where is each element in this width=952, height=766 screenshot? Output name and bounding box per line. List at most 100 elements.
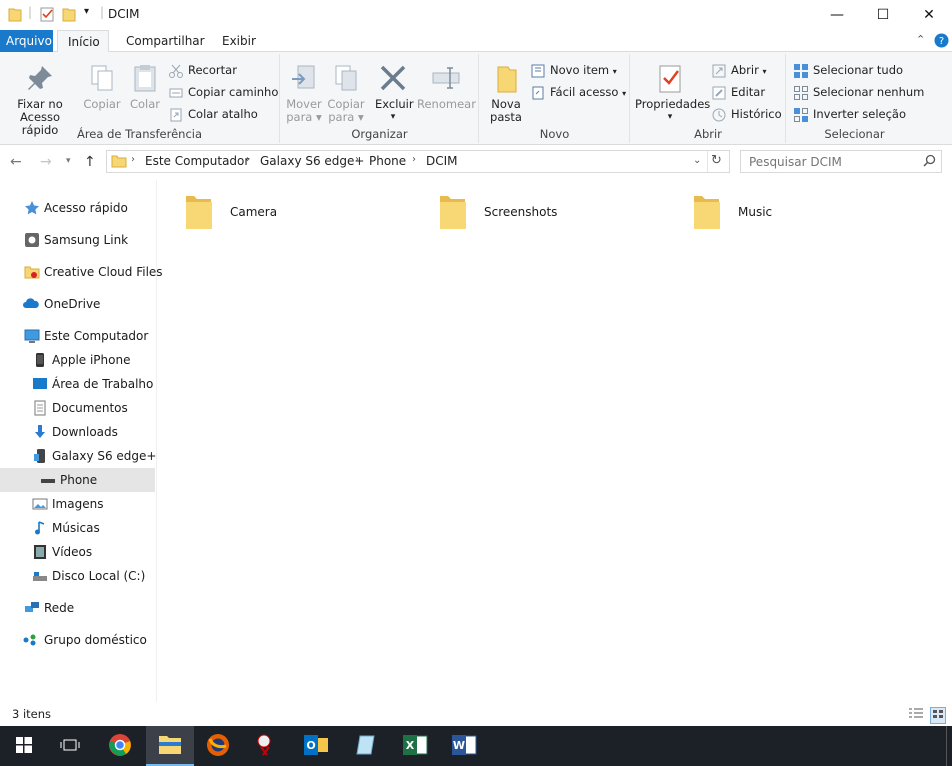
move-to-button[interactable]: Mover para ▾	[285, 62, 323, 124]
easy-access-button[interactable]: Fácil acesso ▾	[530, 82, 626, 102]
show-desktop-button[interactable]	[946, 726, 952, 766]
details-view-icon[interactable]	[908, 707, 924, 724]
organize-group-label: Organizar	[351, 127, 408, 141]
tab-exibir[interactable]: Exibir	[212, 30, 266, 52]
address-dropdown-icon[interactable]: ⌄	[693, 155, 701, 166]
refresh-icon[interactable]: ↻	[711, 153, 722, 168]
copy-to-button[interactable]: Copiar para ▾	[327, 62, 365, 124]
clipboard-icon	[129, 62, 161, 94]
sidebar-item-area-de-trabalho[interactable]: Área de Trabalho	[0, 372, 155, 396]
sidebar-item-onedrive[interactable]: OneDrive	[0, 292, 155, 316]
copy-path-button[interactable]: Copiar caminho	[168, 82, 278, 102]
music-icon	[32, 520, 48, 536]
breadcrumb-separator[interactable]: ›	[246, 154, 250, 165]
taskbar-chrome[interactable]	[96, 726, 144, 766]
search-icon[interactable]	[923, 154, 936, 170]
copy-button[interactable]: Copiar	[82, 62, 122, 111]
new-item-button[interactable]: Novo item ▾	[530, 60, 617, 80]
taskbar-outlook[interactable]: O	[292, 726, 340, 766]
open-group-label: Abrir	[694, 127, 722, 141]
document-icon	[32, 400, 48, 416]
taskbar-file-explorer[interactable]	[146, 726, 194, 766]
close-button[interactable]: ✕	[906, 0, 952, 30]
sidebar-item-este-computador[interactable]: Este Computador	[0, 324, 155, 348]
delete-button[interactable]: Excluir ▾	[375, 62, 414, 124]
sidebar-item-creative-cloud[interactable]: Creative Cloud Files	[0, 260, 163, 284]
history-button[interactable]: Histórico	[711, 104, 782, 124]
forward-arrow-icon[interactable]: →	[40, 154, 52, 170]
delete-dropdown-icon[interactable]: ▾	[375, 111, 411, 124]
file-explorer-icon	[158, 733, 182, 758]
copy-to-icon	[330, 62, 362, 94]
sidebar-item-musicas[interactable]: Músicas	[0, 516, 155, 540]
sidebar-item-grupo-domestico[interactable]: Grupo doméstico	[0, 628, 155, 652]
select-none-button[interactable]: Selecionar nenhum	[793, 82, 924, 102]
properties-dropdown-icon[interactable]: ▾	[635, 111, 705, 124]
sidebar-item-imagens[interactable]: Imagens	[0, 492, 155, 516]
taskbar-snipping-tool[interactable]	[243, 726, 291, 766]
sidebar-item-disco-local[interactable]: Disco Local (C:)	[0, 564, 155, 588]
select-none-label: Selecionar nenhum	[813, 85, 925, 99]
customize-toolbar-icon[interactable]: ▾	[84, 6, 89, 17]
address-bar[interactable]: › Este Computador › Galaxy S6 edge+ › Ph…	[106, 150, 730, 173]
new-folder-button[interactable]: Nova pasta	[486, 62, 526, 124]
paste-button[interactable]: Colar	[124, 62, 166, 111]
chevron-down-icon: ▾	[762, 67, 767, 76]
breadcrumb-phone[interactable]: Phone	[369, 154, 406, 168]
maximize-button[interactable]: ☐	[860, 0, 906, 30]
sidebar-item-documentos[interactable]: Documentos	[0, 396, 155, 420]
snipping-tool-icon	[255, 733, 279, 760]
edit-label: Editar	[731, 85, 766, 99]
sidebar-item-apple-iphone[interactable]: Apple iPhone	[0, 348, 155, 372]
sidebar-item-galaxy[interactable]: Galaxy S6 edge+	[0, 444, 156, 468]
minimize-button[interactable]: —	[814, 0, 860, 30]
breadcrumb-dcim[interactable]: DCIM	[426, 154, 458, 168]
paste-shortcut-button[interactable]: Colar atalho	[168, 104, 258, 124]
search-input[interactable]	[741, 151, 921, 172]
sidebar-item-downloads[interactable]: Downloads	[0, 420, 155, 444]
tab-arquivo[interactable]: Arquivo	[0, 30, 53, 52]
sidebar-item-videos[interactable]: Vídeos	[0, 540, 155, 564]
search-box[interactable]	[740, 150, 942, 173]
invert-selection-button[interactable]: Inverter seleção	[793, 104, 906, 124]
sidebar-item-samsung-link[interactable]: Samsung Link	[0, 228, 155, 252]
start-button[interactable]	[0, 726, 48, 766]
scissors-icon	[168, 63, 184, 79]
recent-locations-icon[interactable]: ▾	[66, 156, 71, 166]
taskbar-notepad[interactable]	[342, 726, 390, 766]
sidebar-item-acesso-rapido[interactable]: Acesso rápido	[0, 196, 155, 220]
cut-button[interactable]: Recortar	[168, 60, 237, 80]
tab-inicio[interactable]: Início	[57, 30, 109, 53]
up-arrow-icon[interactable]: ↑	[84, 154, 96, 170]
window-title: DCIM	[108, 7, 140, 21]
sidebar-item-phone[interactable]: Phone	[0, 468, 155, 492]
breadcrumb-separator[interactable]: ›	[412, 154, 416, 165]
help-icon[interactable]: ?	[934, 33, 949, 51]
properties-button[interactable]: Propriedades ▾	[635, 62, 710, 124]
new-folder-quick-icon[interactable]	[62, 6, 76, 25]
phone-icon	[32, 352, 48, 368]
breadcrumb-este-computador[interactable]: Este Computador	[145, 154, 249, 168]
new-item-label: Novo item	[550, 63, 610, 77]
large-icons-view-icon[interactable]	[930, 707, 946, 724]
taskbar-excel[interactable]: X	[391, 726, 439, 766]
select-group: Selecionar tudo Selecionar nenhum Invert…	[787, 54, 924, 143]
taskbar-word[interactable]: W	[440, 726, 488, 766]
chevron-up-icon[interactable]: ⌃	[916, 33, 925, 46]
breadcrumb-separator[interactable]: ›	[355, 154, 359, 165]
sidebar-item-rede[interactable]: Rede	[0, 596, 155, 620]
properties-quick-icon[interactable]	[40, 6, 54, 25]
rename-button[interactable]: Renomear	[417, 62, 476, 111]
windows-logo-icon	[16, 736, 32, 756]
back-arrow-icon[interactable]: ←	[10, 154, 22, 170]
edit-button[interactable]: Editar	[711, 82, 765, 102]
select-all-button[interactable]: Selecionar tudo	[793, 60, 903, 80]
taskbar-firefox[interactable]	[194, 726, 242, 766]
tab-compartilhar[interactable]: Compartilhar	[116, 30, 215, 52]
outlook-icon: O	[303, 733, 329, 760]
new-group-label: Novo	[539, 127, 570, 141]
open-button[interactable]: Abrir ▾	[711, 60, 767, 80]
task-view-button[interactable]	[46, 726, 94, 766]
breadcrumb-galaxy[interactable]: Galaxy S6 edge+	[260, 154, 364, 168]
pin-quick-access-button[interactable]: Fixar no Acesso rápido	[4, 62, 76, 137]
